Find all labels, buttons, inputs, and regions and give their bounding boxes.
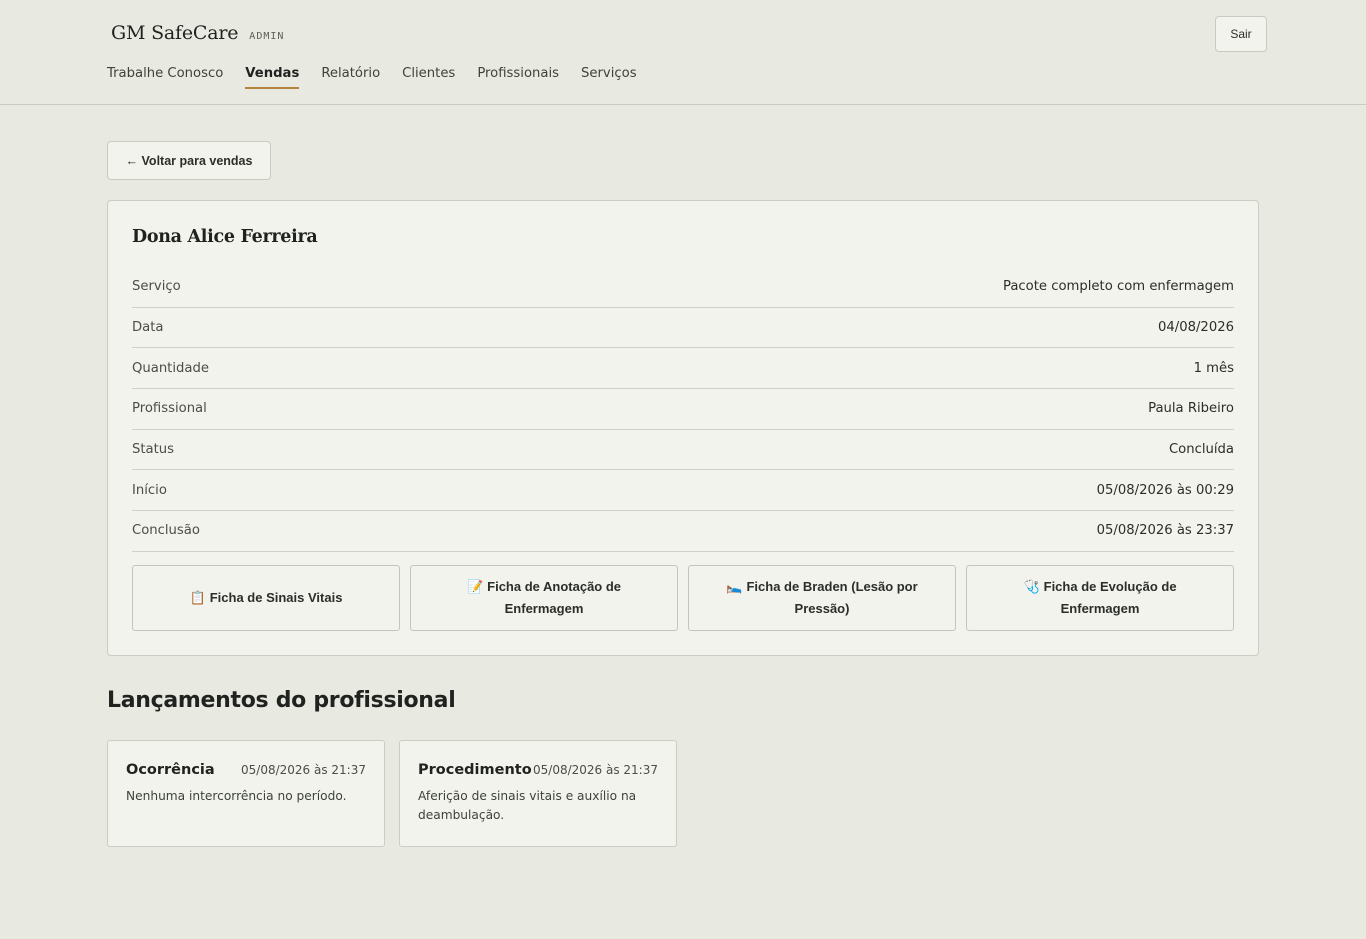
admin-tag: ADMIN (249, 31, 285, 42)
brand-name: GM SafeCare (111, 22, 239, 44)
nav-item-clientes[interactable]: Clientes (402, 66, 455, 89)
entry-text: Aferição de sinais vitais e auxílio na d… (418, 789, 637, 822)
detail-row-status: Status Concluída (132, 430, 1234, 471)
nav-item-profissionais[interactable]: Profissionais (477, 66, 559, 89)
vital-signs-form-button[interactable]: 📋 Ficha de Sinais Vitais (132, 565, 400, 631)
detail-label: Status (132, 442, 175, 458)
detail-row-servico: Serviço Pacote completo com enfermagem (132, 267, 1234, 308)
detail-label: Início (132, 482, 167, 498)
entries-section-title: Lançamentos do profissional (107, 688, 456, 713)
entry-timestamp: 05/08/2026 às 21:37 (241, 763, 366, 777)
detail-label: Quantidade (132, 360, 209, 376)
brand[interactable]: GM SafeCare ADMIN (111, 22, 284, 44)
clipboard-icon: 📋 (189, 590, 206, 605)
main-nav: Trabalhe Conosco Vendas Relatório Client… (107, 66, 637, 89)
form-button-label: Ficha de Sinais Vitais (209, 590, 343, 605)
form-buttons: 📋 Ficha de Sinais Vitais 📝 Ficha de Anotaç… (132, 565, 1234, 631)
detail-value: 05/08/2026 às 23:37 (1096, 523, 1234, 539)
professional-entries: Ocorrência 05/08/2026 às 21:37 Nenhuma i… (107, 740, 677, 847)
detail-label: Serviço (132, 279, 181, 295)
detail-label: Conclusão (132, 523, 200, 539)
nursing-notes-form-button[interactable]: 📝 Ficha de Anotação de Enfermagem (410, 565, 678, 631)
back-to-sales-button[interactable]: ← Voltar para vendas (107, 141, 271, 180)
entry-type: Procedimento (418, 762, 532, 778)
nav-item-servicos[interactable]: Serviços (581, 66, 637, 89)
detail-row-profissional: Profissional Paula Ribeiro (132, 389, 1234, 430)
top-header: GM SafeCare ADMIN Sair Trabalhe Conosco … (0, 0, 1366, 105)
detail-value: Pacote completo com enfermagem (1002, 279, 1234, 295)
entry-text: Nenhuma intercorrência no período. (126, 789, 347, 803)
detail-row-data: Data 04/08/2026 (132, 308, 1234, 349)
form-button-label: Ficha de Anotação de Enfermagem (487, 579, 622, 616)
status-value: Concluída (1168, 442, 1234, 458)
nursing-evolution-form-button[interactable]: 🩺 Ficha de Evolução de Enfermagem (966, 565, 1234, 631)
form-button-label: Ficha de Evolução de Enfermagem (1043, 579, 1177, 616)
detail-row-quantidade: Quantidade 1 mês (132, 348, 1234, 390)
stethoscope-icon: 🩺 (1023, 579, 1040, 594)
client-name: Dona Alice Ferreira (132, 227, 318, 247)
detail-label: Profissional (132, 401, 207, 417)
detail-row-conclusao: Conclusão 05/08/2026 às 23:37 (132, 511, 1234, 552)
sale-detail-card: Dona Alice Ferreira Serviço Pacote compl… (107, 200, 1259, 656)
detail-value: 04/08/2026 (1157, 320, 1234, 336)
detail-value: Paula Ribeiro (1148, 401, 1234, 417)
nav-item-trabalhe-conosco[interactable]: Trabalhe Conosco (107, 66, 223, 89)
detail-row-inicio: Início 05/08/2026 às 00:29 (132, 470, 1234, 512)
sale-details: Serviço Pacote completo com enfermagem D… (132, 267, 1234, 552)
logout-button[interactable]: Sair (1215, 16, 1267, 52)
nav-item-vendas[interactable]: Vendas (245, 66, 300, 89)
braden-form-button[interactable]: 🛌 Ficha de Braden (Lesão por Pressão) (688, 565, 956, 631)
bed-icon: 🛌 (726, 579, 743, 594)
entry-timestamp: 05/08/2026 às 21:37 (533, 763, 658, 777)
detail-label: Data (132, 320, 164, 336)
memo-icon: 📝 (466, 579, 484, 594)
form-button-label: Ficha de Braden (Lesão por Pressão) (746, 579, 918, 616)
entry-card: Procedimento 05/08/2026 às 21:37 Aferiçã… (399, 740, 677, 847)
entry-card: Ocorrência 05/08/2026 às 21:37 Nenhuma i… (107, 740, 385, 847)
detail-value: 05/08/2026 às 00:29 (1096, 482, 1234, 498)
nav-item-relatorio[interactable]: Relatório (321, 66, 380, 89)
entry-type: Ocorrência (126, 762, 215, 778)
detail-value: 1 mês (1193, 360, 1234, 376)
